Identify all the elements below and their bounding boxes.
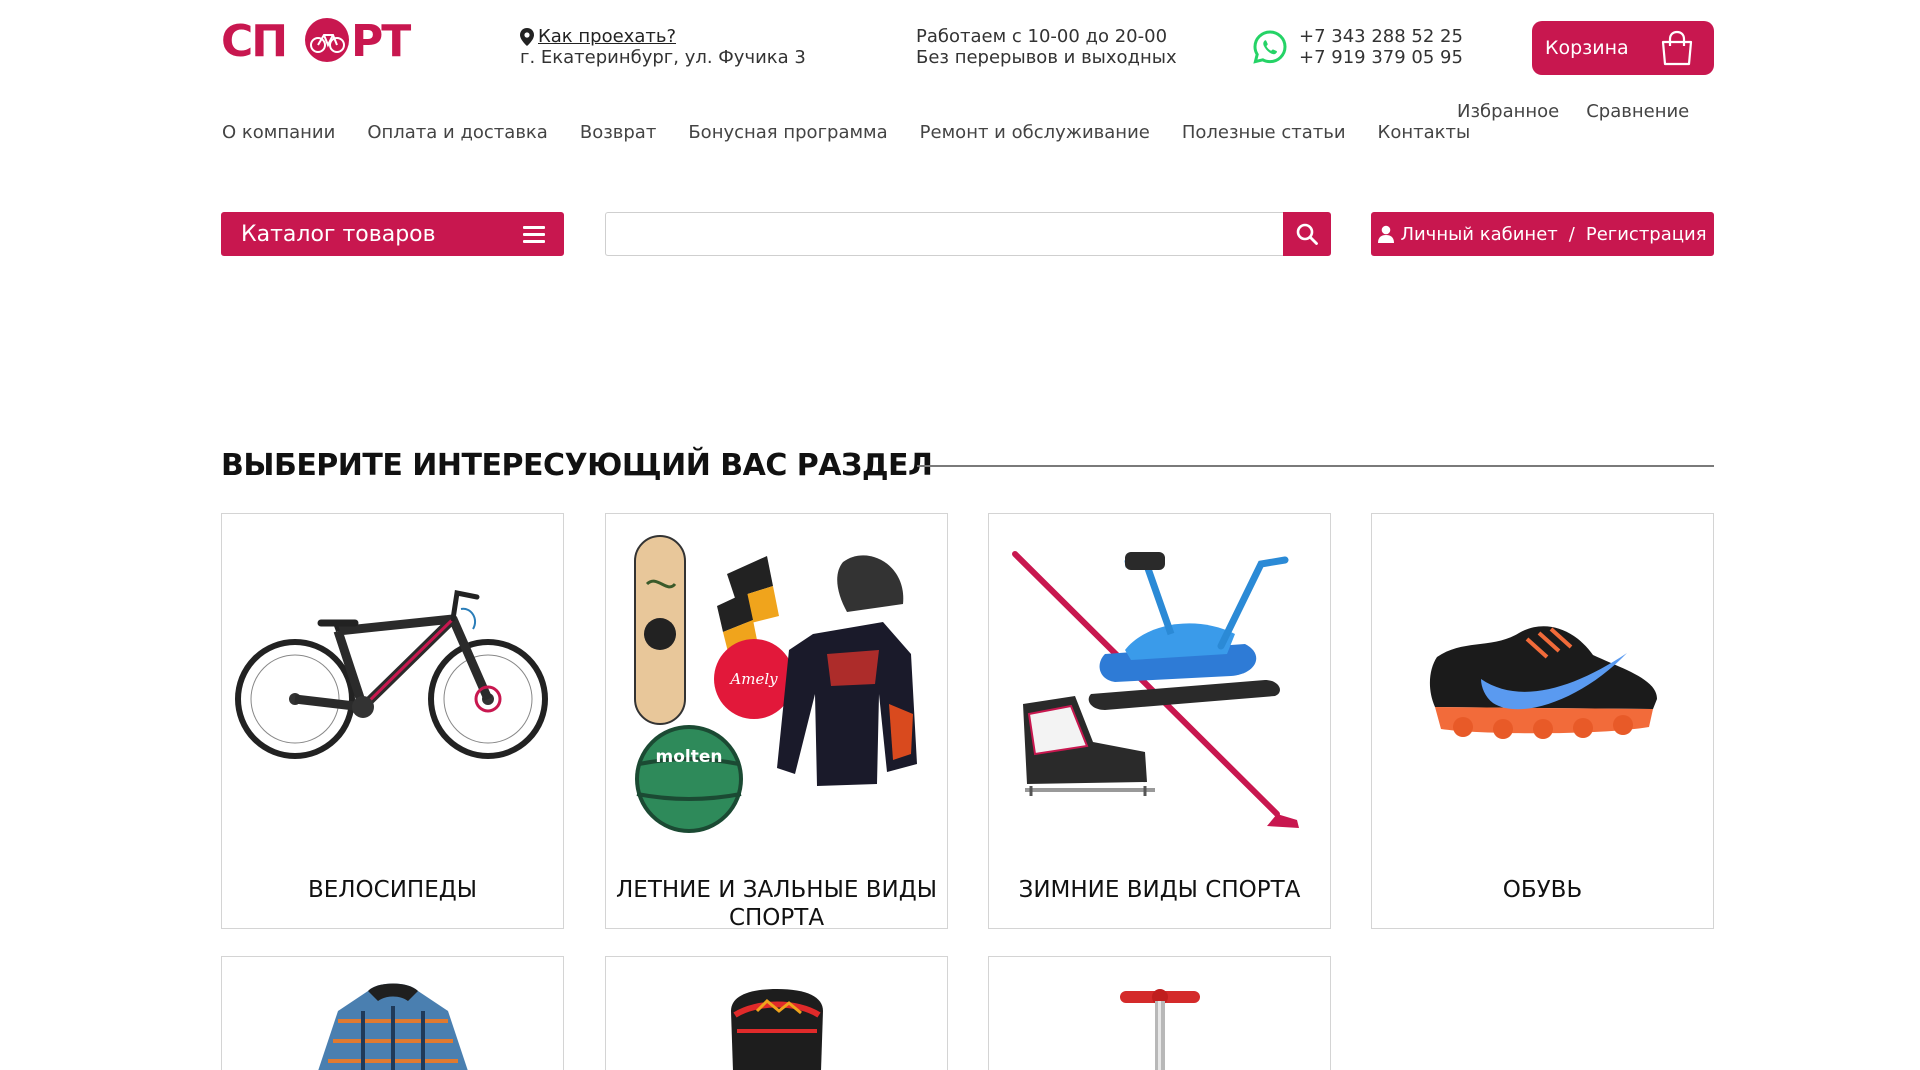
nav-item-payment-delivery[interactable]: Оплата и доставка	[367, 122, 548, 143]
user-nav: Избранное Сравнение	[1457, 101, 1716, 122]
account-bar: Личный кабинет / Регистрация	[1371, 212, 1714, 256]
phone-1[interactable]: +7 343 288 52 25	[1299, 26, 1463, 47]
nav-item-repair[interactable]: Ремонт и обслуживание	[920, 122, 1150, 143]
nav-item-articles[interactable]: Полезные статьи	[1182, 122, 1346, 143]
category-card-shoes[interactable]: Обувь	[1371, 513, 1714, 929]
search-input[interactable]	[605, 212, 1283, 256]
hours-line-1: Работаем с 10-00 до 20-00	[916, 26, 1168, 47]
hours-line-2: Без перерывов и выходных	[916, 47, 1177, 68]
map-pin-icon	[520, 27, 534, 46]
directions-link[interactable]: Как проехать?	[538, 26, 676, 47]
shopping-bag-icon	[1661, 30, 1693, 66]
category-card-bicycles[interactable]: Велосипеды	[221, 513, 564, 929]
phone-2[interactable]: +7 919 379 05 95	[1299, 47, 1463, 68]
register-link[interactable]: Регистрация	[1586, 224, 1707, 245]
svg-text:РТ: РТ	[351, 16, 411, 64]
category-label: Обувь	[1502, 877, 1583, 903]
account-separator: /	[1568, 223, 1575, 245]
winter-sports-image	[989, 514, 1330, 844]
svg-text:СП: СП	[221, 16, 286, 64]
sneaker-image	[1372, 514, 1713, 844]
backpack-image	[606, 957, 947, 1070]
search-bar	[605, 212, 1331, 256]
nav-item-about[interactable]: О компании	[222, 122, 335, 143]
account-link[interactable]: Личный кабинет	[1400, 224, 1557, 245]
whatsapp-icon[interactable]	[1252, 29, 1288, 65]
section-divider	[917, 465, 1714, 467]
logo[interactable]: СП РТ	[221, 16, 433, 64]
category-card-scooters[interactable]	[988, 956, 1331, 1070]
jacket-image	[222, 957, 563, 1070]
svg-text:molten: molten	[655, 747, 722, 767]
svg-text:Amely: Amely	[728, 670, 778, 688]
section-title: ВЫБЕРИТЕ ИНТЕРЕСУЮЩИЙ ВАС РАЗДЕЛ	[221, 448, 933, 483]
user-icon	[1378, 225, 1395, 243]
address-block: Как проехать? г. Екатеринбург, ул. Фучик…	[520, 26, 806, 68]
nav-item-contacts[interactable]: Контакты	[1378, 122, 1471, 143]
favorites-link[interactable]: Избранное	[1457, 101, 1559, 122]
logo-image: СП РТ	[221, 16, 413, 64]
category-card-backpacks[interactable]	[605, 956, 948, 1070]
catalog-button[interactable]: Каталог товаров	[221, 212, 564, 256]
cart-label: Корзина	[1545, 37, 1629, 59]
nav-item-returns[interactable]: Возврат	[580, 122, 656, 143]
summer-sports-image: Amely molten	[606, 514, 947, 844]
scooter-image	[989, 957, 1330, 1070]
category-card-jackets[interactable]	[221, 956, 564, 1070]
nav-item-bonus[interactable]: Бонусная программа	[688, 122, 887, 143]
category-label: Зимние виды спорта	[1018, 877, 1301, 903]
category-label: Летние и зальные виды спорта	[616, 877, 937, 931]
working-hours: Работаем с 10-00 до 20-00 Без перерывов …	[916, 26, 1177, 68]
phones-block: +7 343 288 52 25 +7 919 379 05 95	[1299, 26, 1463, 68]
bicycle-image	[222, 514, 563, 844]
search-button[interactable]	[1283, 212, 1331, 256]
category-card-summer-sports[interactable]: Amely molten Летние и зальные виды спорт…	[605, 513, 948, 931]
main-nav: О компании Оплата и доставка Возврат Бон…	[222, 122, 1502, 143]
category-label: Велосипеды	[307, 877, 478, 903]
category-card-winter-sports[interactable]: Зимние виды спорта	[988, 513, 1331, 929]
catalog-label: Каталог товаров	[241, 221, 436, 247]
compare-link[interactable]: Сравнение	[1586, 101, 1689, 122]
menu-icon	[523, 225, 545, 243]
search-icon	[1296, 223, 1318, 245]
address-text: г. Екатеринбург, ул. Фучика 3	[520, 47, 806, 68]
cart-button[interactable]: Корзина	[1532, 21, 1714, 75]
